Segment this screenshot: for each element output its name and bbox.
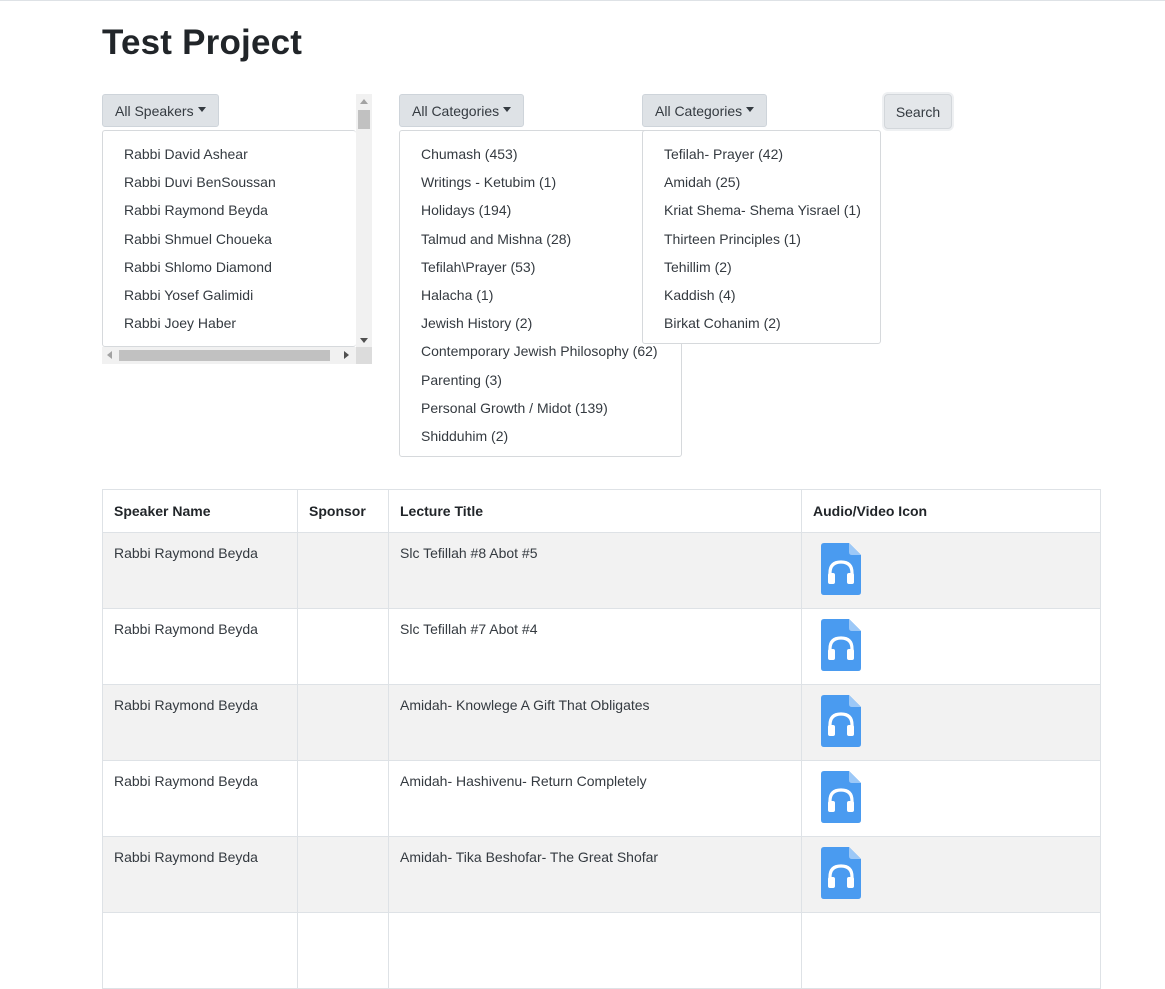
dropdown-item[interactable]: Shidduhim (2)	[400, 422, 681, 450]
dropdown-item[interactable]: Jewish History (2)	[400, 309, 681, 337]
audio-video-cell	[801, 608, 1101, 685]
search-button[interactable]: Search	[884, 94, 952, 129]
scrollbar-thumb[interactable]	[119, 350, 330, 361]
audio-file-headphones-icon[interactable]	[821, 619, 861, 671]
lecture-title-cell: Amidah- Knowlege A Gift That Obligates	[388, 684, 802, 761]
audio-file-headphones-icon[interactable]	[821, 847, 861, 899]
subcategories-dropdown-label: All Categories	[655, 102, 743, 119]
dropdown-item[interactable]: Halacha (1)	[400, 281, 681, 309]
speakers-dropdown-toggle[interactable]: All Speakers	[102, 94, 219, 127]
categories-menu: Chumash (453) Writings - Ketubim (1) Holid…	[399, 130, 682, 457]
audio-video-cell	[801, 684, 1101, 761]
sponsor-cell	[297, 912, 389, 989]
lecture-title-cell: Slc Tefillah #7 Abot #4	[388, 608, 802, 685]
table-body: Rabbi Raymond Beyda Slc Tefillah #8 Abot …	[102, 532, 1101, 989]
table-row: Rabbi Raymond Beyda Amidah- Tika Beshofar…	[102, 836, 1101, 913]
table-row	[102, 912, 1101, 989]
dropdown-item[interactable]: Tehillim (2)	[643, 253, 880, 281]
dropdown-item[interactable]: Tefilah- Prayer (42)	[643, 140, 880, 168]
audio-file-headphones-icon[interactable]	[821, 695, 861, 747]
dropdown-item[interactable]: Writings - Ketubim (1)	[400, 168, 681, 196]
dropdown-item[interactable]: Rabbi David Ashear	[103, 140, 356, 168]
audio-file-headphones-icon[interactable]	[821, 771, 861, 823]
audio-video-cell	[801, 532, 1101, 609]
speakers-dropdown-label: All Speakers	[115, 102, 194, 119]
scrollbar-corner	[356, 347, 372, 364]
dropdown-item[interactable]: Thirteen Principles (1)	[643, 225, 880, 253]
lecture-title-cell	[388, 912, 802, 989]
horizontal-scrollbar[interactable]	[102, 347, 372, 364]
categories-dropdown-label: All Categories	[412, 102, 500, 119]
speaker-name-cell	[102, 912, 298, 989]
caret-down-icon	[503, 107, 512, 112]
sponsor-cell	[297, 836, 389, 913]
caret-down-icon	[746, 107, 755, 112]
dropdown-item[interactable]: Rabbi Raymond Beyda	[103, 196, 356, 224]
lecture-title-cell: Amidah- Hashivenu- Return Completely	[388, 760, 802, 837]
table-row: Rabbi Raymond Beyda Amidah- Hashivenu- Re…	[102, 760, 1101, 837]
sponsor-cell	[297, 684, 389, 761]
dropdown-item[interactable]: Kaddish (4)	[643, 281, 880, 309]
speaker-name-cell: Rabbi Raymond Beyda	[102, 836, 298, 913]
scroll-up-arrow-icon[interactable]	[360, 99, 368, 104]
audio-video-cell	[801, 760, 1101, 837]
dropdown-item[interactable]: Holidays (194)	[400, 196, 681, 224]
table-header-row: Speaker Name Sponsor Lecture Title Audio…	[102, 489, 1101, 533]
column-header-lecture-title[interactable]: Lecture Title	[388, 489, 802, 533]
dropdown-item[interactable]: Chumash (453)	[400, 140, 681, 168]
scrollbar-thumb[interactable]	[358, 110, 370, 129]
vertical-scrollbar[interactable]	[356, 94, 372, 347]
dropdown-item[interactable]: Kriat Shema- Shema Yisrael (1)	[643, 196, 880, 224]
scroll-right-arrow-icon[interactable]	[344, 351, 349, 359]
speaker-name-cell: Rabbi Raymond Beyda	[102, 532, 298, 609]
lecture-title-cell: Amidah- Tika Beshofar- The Great Shofar	[388, 836, 802, 913]
column-header-speaker[interactable]: Speaker Name	[102, 489, 298, 533]
lecture-title-cell: Slc Tefillah #8 Abot #5	[388, 532, 802, 609]
dropdown-item[interactable]: Parenting (3)	[400, 366, 681, 394]
speaker-name-cell: Rabbi Raymond Beyda	[102, 684, 298, 761]
dropdown-item[interactable]: Personal Growth / Midot (139)	[400, 394, 681, 422]
table-row: Rabbi Raymond Beyda Slc Tefillah #8 Abot …	[102, 532, 1101, 609]
dropdown-item[interactable]: Talmud and Mishna (28)	[400, 225, 681, 253]
subcategories-dropdown-toggle[interactable]: All Categories	[642, 94, 768, 127]
sponsor-cell	[297, 760, 389, 837]
table-row: Rabbi Raymond Beyda Amidah- Knowlege A Gi…	[102, 684, 1101, 761]
dropdown-item[interactable]: Contemporary Jewish Philosophy (62)	[400, 337, 681, 365]
audio-file-headphones-icon[interactable]	[821, 543, 861, 595]
speakers-menu: Rabbi David Ashear Rabbi Duvi BenSoussan R…	[102, 130, 356, 347]
scroll-down-arrow-icon[interactable]	[360, 338, 368, 343]
dropdown-item[interactable]: Rabbi Duvi BenSoussan	[103, 168, 356, 196]
sponsor-cell	[297, 532, 389, 609]
dropdown-item[interactable]: Amidah (25)	[643, 168, 880, 196]
speakers-dropdown: All Speakers Rabbi David Ashear Rabbi Duv…	[102, 94, 372, 364]
speaker-name-cell: Rabbi Raymond Beyda	[102, 760, 298, 837]
subcategories-menu: Tefilah- Prayer (42) Amidah (25) Kriat She…	[642, 130, 881, 344]
dropdown-item[interactable]: Rabbi Shlomo Diamond	[103, 253, 356, 281]
lectures-table: Speaker Name Sponsor Lecture Title Audio…	[102, 489, 1101, 989]
table-row: Rabbi Raymond Beyda Slc Tefillah #7 Abot …	[102, 608, 1101, 685]
column-header-audio-video[interactable]: Audio/Video Icon	[801, 489, 1101, 533]
sponsor-cell	[297, 608, 389, 685]
caret-down-icon	[197, 107, 206, 112]
dropdown-item[interactable]: Rabbi Yosef Galimidi	[103, 281, 356, 309]
audio-video-cell	[801, 912, 1101, 989]
page-title: Test Project	[102, 23, 303, 62]
categories-dropdown-toggle[interactable]: All Categories	[399, 94, 525, 127]
dropdown-item[interactable]: Rabbi Joey Haber	[103, 309, 356, 337]
dropdown-item[interactable]: Rabbi Gabriel Kaplan	[103, 337, 356, 346]
scroll-left-arrow-icon[interactable]	[107, 351, 112, 359]
dropdown-item[interactable]: Tefilah\Prayer (53)	[400, 253, 681, 281]
dropdown-item[interactable]: Rabbi Shmuel Choueka	[103, 225, 356, 253]
dropdown-item[interactable]: Birkat Cohanim (2)	[643, 309, 880, 337]
speaker-name-cell: Rabbi Raymond Beyda	[102, 608, 298, 685]
audio-video-cell	[801, 836, 1101, 913]
column-header-sponsor[interactable]: Sponsor	[297, 489, 389, 533]
